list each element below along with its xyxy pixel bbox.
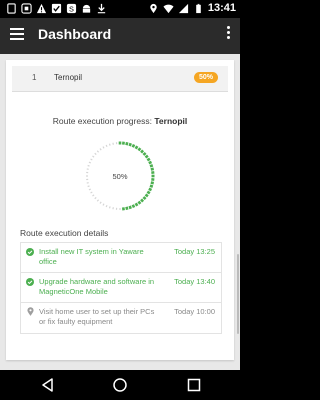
warning-icon — [36, 3, 47, 14]
signal-icon — [178, 3, 188, 13]
gauge-tick-empty — [87, 164, 90, 167]
gauge-tick-empty — [108, 206, 111, 209]
detail-text: Upgrade hardware and software in Magneti… — [39, 277, 155, 296]
gauge-tick-empty — [99, 201, 102, 204]
gauge-tick-empty — [88, 161, 92, 164]
gauge-tick-filled — [131, 204, 136, 209]
gauge-tick-empty — [102, 203, 105, 206]
scrollbar[interactable] — [237, 254, 239, 334]
app-bar: Dashboard — [0, 18, 240, 54]
route-number: 1 — [32, 73, 37, 82]
progress-badge: 50% — [193, 72, 218, 83]
location-pin-icon — [27, 307, 34, 316]
gauge-tick-empty — [96, 150, 100, 153]
notification-icon — [21, 3, 32, 14]
progress-title: Route execution progress: Ternopil — [6, 116, 234, 126]
gauge-tick-empty — [99, 148, 102, 151]
gauge-tick-empty — [92, 155, 95, 158]
detail-time: Today 10:00 — [174, 307, 215, 316]
detail-text: Install new IT system in Yaware office — [39, 247, 144, 266]
gauge-tick-filled — [140, 198, 145, 203]
gauge-tick-empty — [105, 204, 108, 208]
gauge-tick-filled — [140, 149, 145, 154]
gauge-tick-filled — [146, 157, 151, 162]
list-item[interactable]: Install new IT system in Yaware office T… — [21, 243, 221, 273]
status-bar: S 13:41 — [0, 0, 240, 18]
checkbox-icon — [51, 3, 62, 14]
location-icon — [150, 3, 157, 13]
status-right-icons: 13:41 — [148, 2, 236, 14]
gauge-tick-empty — [90, 191, 93, 194]
wifi-icon — [163, 4, 174, 13]
gauge-tick-filled — [142, 151, 147, 156]
gauge-tick-filled — [125, 141, 129, 146]
more-options-icon[interactable] — [222, 26, 234, 46]
gauge-tick-filled — [125, 206, 129, 211]
route-row[interactable]: 1 Ternopil 50% — [12, 66, 228, 92]
gauge-tick-empty — [102, 146, 105, 149]
gauge-tick-filled — [150, 167, 155, 171]
gauge-tick-empty — [92, 194, 95, 197]
gauge-tick-filled — [137, 200, 142, 205]
gauge-tick-filled — [146, 190, 151, 195]
check-circle-icon — [26, 248, 34, 256]
menu-icon[interactable] — [10, 28, 26, 42]
gauge-tick-filled — [148, 187, 153, 192]
gauge-tick-empty — [96, 199, 100, 202]
gauge-tick-filled — [131, 143, 136, 148]
gauge-tick-empty — [88, 188, 92, 191]
gauge-tick-filled — [128, 205, 132, 210]
gauge-tick-filled — [148, 160, 153, 165]
route-card: 1 Ternopil 50% Route execution progress:… — [6, 60, 234, 360]
page-title: Dashboard — [38, 26, 112, 42]
gauge-tick-filled — [134, 202, 139, 207]
gauge-tick-empty — [90, 158, 93, 161]
android-icon — [82, 4, 91, 13]
gauge-tick-empty — [87, 185, 90, 188]
gauge-tick-filled — [134, 145, 139, 150]
recent-apps-icon[interactable] — [186, 377, 202, 393]
sim-icon — [7, 3, 16, 14]
battery-icon — [196, 3, 201, 13]
details-list: Install new IT system in Yaware office T… — [20, 242, 222, 334]
gauge-tick-filled — [144, 154, 149, 159]
list-item[interactable]: Visit home user to set up their PCs or f… — [21, 303, 221, 333]
list-item[interactable]: Upgrade hardware and software in Magneti… — [21, 273, 221, 303]
gauge-tick-filled — [149, 164, 154, 168]
check-circle-icon — [26, 278, 34, 286]
gauge-tick-filled — [150, 181, 155, 185]
status-left-icons: S — [6, 3, 107, 14]
gauge-tick-empty — [94, 152, 97, 156]
gauge-tick-empty — [94, 196, 97, 200]
download-icon — [97, 3, 106, 14]
app-icon: S — [66, 3, 77, 13]
status-time: 13:41 — [207, 2, 236, 14]
gauge-tick-filled — [142, 196, 147, 201]
gauge-tick-empty — [105, 144, 108, 148]
gauge-tick-filled — [144, 193, 149, 198]
detail-time: Today 13:40 — [174, 277, 215, 286]
progress-route-name: Ternopil — [154, 116, 188, 126]
detail-time: Today 13:25 — [174, 247, 215, 256]
gauge-tick-filled — [149, 184, 154, 188]
home-icon[interactable] — [112, 377, 128, 393]
main-content[interactable]: 1 Ternopil 50% Route execution progress:… — [0, 54, 240, 370]
navigation-bar — [0, 370, 240, 400]
progress-label: Route execution progress: — [52, 116, 152, 126]
gauge-tick-empty — [108, 143, 111, 146]
svg-text:S: S — [69, 4, 74, 13]
gauge-tick-filled — [128, 142, 132, 147]
progress-percent: 50% — [112, 172, 128, 181]
details-title: Route execution details — [20, 228, 109, 238]
detail-text: Visit home user to set up their PCs or f… — [39, 307, 155, 326]
gauge-tick-filled — [137, 147, 142, 152]
route-name: Ternopil — [54, 73, 83, 82]
back-icon[interactable] — [40, 377, 56, 393]
